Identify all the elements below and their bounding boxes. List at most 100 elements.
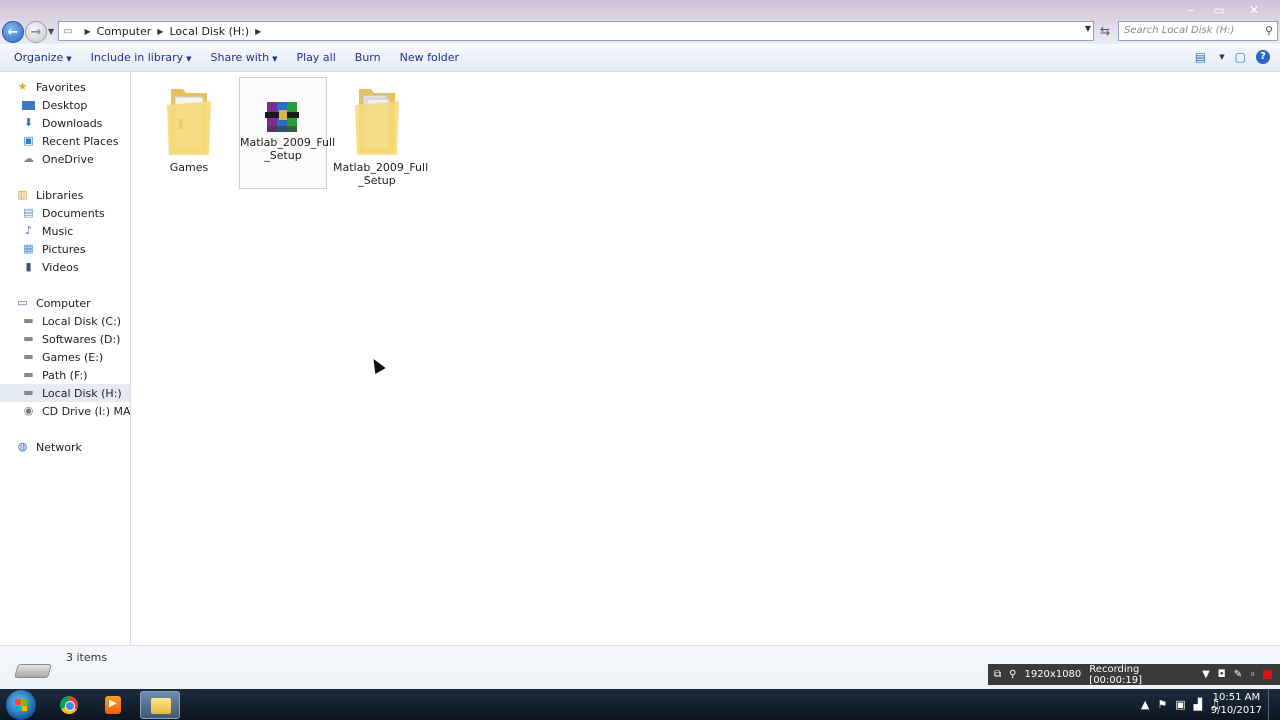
- organize-button[interactable]: Organize ▼: [8, 51, 78, 64]
- nav-item-label: Downloads: [42, 116, 103, 130]
- file-name-line-2: _Setup: [358, 174, 396, 187]
- nav-item-cd-drive-i[interactable]: ◉ CD Drive (I:) MATHW: [22, 402, 130, 420]
- clock-time: 10:51 AM: [1212, 692, 1261, 703]
- address-bar[interactable]: ▭ ▶ Computer ▶ Local Disk (H:) ▶ ▼: [58, 21, 1094, 41]
- chrome-icon: [60, 696, 78, 714]
- breadcrumb-local-disk-h[interactable]: Local Disk (H:): [169, 25, 249, 38]
- folder-icon: [161, 83, 217, 157]
- chevron-right-icon[interactable]: ▶: [255, 27, 261, 36]
- nav-favorites[interactable]: ★ Favorites: [16, 78, 86, 96]
- file-item-matlab-folder[interactable]: Matlab_2009_Full _Setup: [333, 78, 428, 190]
- include-in-library-button[interactable]: Include in library ▼: [85, 51, 198, 64]
- nav-item-local-disk-c[interactable]: ▬ Local Disk (C:): [22, 312, 121, 330]
- preview-pane-icon[interactable]: ▢: [1235, 50, 1246, 64]
- start-button[interactable]: [6, 690, 36, 720]
- camera-icon[interactable]: ◘: [1218, 669, 1226, 680]
- file-item-matlab-archive[interactable]: Matlab_2009_Full _Setup: [239, 77, 335, 189]
- share-with-button[interactable]: Share with ▼: [205, 51, 284, 64]
- taskbar-media-player[interactable]: [93, 691, 133, 719]
- nav-item-local-disk-h[interactable]: ▬ Local Disk (H:): [0, 384, 130, 402]
- nav-computer[interactable]: ▭ Computer: [16, 294, 90, 312]
- address-dropdown-icon[interactable]: ▼: [1085, 24, 1091, 33]
- clock[interactable]: 10:51 AM 9/10/2017: [1211, 691, 1262, 717]
- nav-item-onedrive[interactable]: ☁ OneDrive: [22, 150, 94, 168]
- nav-item-pictures[interactable]: ▦ Pictures: [22, 240, 86, 258]
- forward-button[interactable]: →: [25, 21, 47, 43]
- play-all-button[interactable]: Play all: [290, 51, 341, 64]
- nav-item-label: Local Disk (C:): [42, 314, 122, 328]
- view-options-icon[interactable]: ▤: [1195, 50, 1206, 64]
- nav-item-label: Softwares (D:): [42, 332, 121, 346]
- nav-libraries-label: Libraries: [36, 188, 84, 202]
- nav-item-desktop[interactable]: Desktop: [22, 96, 87, 114]
- file-list[interactable]: Games Matlab_2009_Full _Setup Matlab_200…: [132, 72, 1280, 645]
- recent-pages-chevron-icon[interactable]: ▼: [48, 27, 54, 36]
- library-icon: ▥: [17, 188, 28, 201]
- folder-icon: [349, 83, 405, 157]
- toolbar-right-group: ▤ ▼ ▢ ?: [1195, 50, 1270, 64]
- cd-drive-icon: ◉: [23, 404, 34, 417]
- nav-network-label: Network: [36, 440, 82, 454]
- close-button[interactable]: ✕: [1234, 2, 1274, 18]
- nav-item-label: Path (F:): [42, 368, 88, 382]
- show-desktop-button[interactable]: [1268, 689, 1280, 720]
- chevron-down-icon[interactable]: ▼: [1219, 53, 1224, 61]
- nav-item-label: Videos: [42, 260, 79, 274]
- action-center-flag-icon[interactable]: ⚑: [1157, 698, 1167, 711]
- taskbar-explorer[interactable]: [140, 691, 180, 719]
- taskbar-chrome[interactable]: [49, 691, 89, 719]
- chevron-right-icon[interactable]: ▶: [157, 27, 163, 36]
- recording-resolution: 1920x1080: [1024, 669, 1082, 680]
- breadcrumb-computer[interactable]: Computer: [97, 25, 152, 38]
- nav-item-recent-places[interactable]: ▣ Recent Places: [22, 132, 118, 150]
- nav-item-path-f[interactable]: ▬ Path (F:): [22, 366, 87, 384]
- search-input[interactable]: Search Local Disk (H:) ⚲: [1118, 21, 1278, 41]
- network-signal-icon[interactable]: ▟: [1194, 698, 1202, 711]
- back-button[interactable]: ←: [2, 21, 24, 43]
- windows-logo-icon: [15, 699, 27, 711]
- maximize-button[interactable]: ▭: [1206, 2, 1232, 18]
- document-icon: ▤: [23, 206, 34, 219]
- show-hidden-icons-icon[interactable]: ▲: [1141, 698, 1149, 711]
- command-toolbar: Organize ▼ Include in library ▼ Share with…: [0, 44, 1280, 72]
- computer-icon: ▭: [63, 25, 73, 37]
- nav-item-music[interactable]: ♪ Music: [22, 222, 73, 240]
- chevron-down-icon: ▼: [66, 55, 72, 63]
- nav-libraries[interactable]: ▥ Libraries: [16, 186, 84, 204]
- chevron-right-icon[interactable]: ▶: [84, 27, 90, 36]
- hard-drive-icon: ▬: [23, 332, 34, 345]
- hard-drive-icon: ▬: [23, 386, 34, 399]
- include-in-library-label: Include in library: [90, 51, 184, 64]
- pencil-icon[interactable]: ✎: [1234, 669, 1242, 680]
- nav-item-games-e[interactable]: ▬ Games (E:): [22, 348, 103, 366]
- nav-item-softwares-d[interactable]: ▬ Softwares (D:): [22, 330, 120, 348]
- pause-icon[interactable]: ⏸: [1250, 669, 1255, 680]
- share-with-label: Share with: [210, 51, 270, 64]
- help-icon[interactable]: ?: [1256, 50, 1270, 64]
- chevron-down-icon: ▼: [186, 55, 192, 63]
- screen-icon[interactable]: ⧉: [994, 669, 1001, 680]
- search-icon[interactable]: ⚲: [1265, 22, 1273, 40]
- nav-network[interactable]: ◍ Network: [16, 438, 82, 456]
- tray-app-icon[interactable]: ▣: [1175, 698, 1185, 711]
- item-count: 3 items: [66, 651, 108, 664]
- nav-item-downloads[interactable]: ⬇ Downloads: [22, 114, 103, 132]
- chevron-down-icon[interactable]: ▼: [1202, 669, 1210, 680]
- hard-drive-icon: [14, 664, 52, 678]
- nav-item-label: Pictures: [42, 242, 86, 256]
- zoom-icon[interactable]: ⚲: [1009, 669, 1016, 680]
- taskbar: ▲ ⚑ ▣ ▟ ♫ 10:51 AM 9/10/2017: [0, 689, 1280, 720]
- new-folder-button[interactable]: New folder: [394, 51, 465, 64]
- minimize-button[interactable]: –: [1178, 2, 1204, 18]
- stop-recording-button[interactable]: [1263, 670, 1272, 679]
- nav-item-videos[interactable]: ▮ Videos: [22, 258, 79, 276]
- burn-button[interactable]: Burn: [349, 51, 387, 64]
- folder-icon: [151, 698, 171, 714]
- refresh-button[interactable]: ⇆: [1096, 21, 1114, 41]
- organize-label: Organize: [14, 51, 64, 64]
- file-item-games-folder[interactable]: Games: [145, 78, 233, 190]
- nav-item-documents[interactable]: ▤ Documents: [22, 204, 104, 222]
- refresh-icon: ⇆: [1099, 24, 1111, 38]
- arrow-left-icon: ←: [7, 24, 19, 40]
- file-name: Games: [169, 161, 209, 174]
